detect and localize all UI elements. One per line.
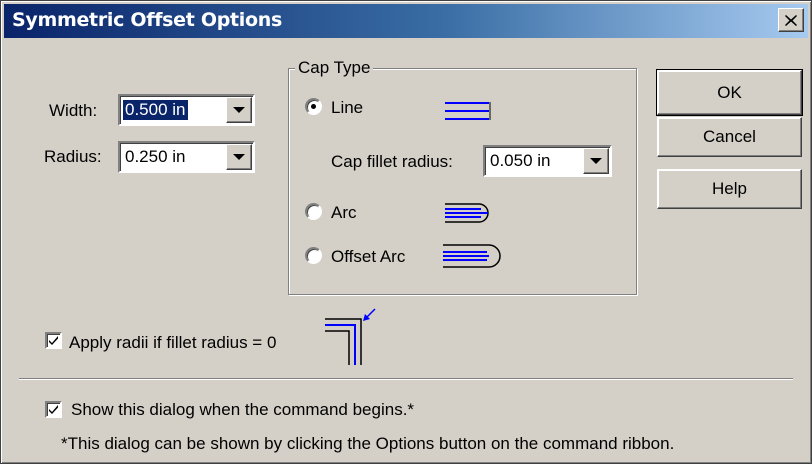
radius-dropdown-button[interactable] [226,144,252,170]
cap-offset-arc-label[interactable]: Offset Arc [331,247,405,267]
show-dialog-label[interactable]: Show this dialog when the command begins… [71,400,414,420]
width-label: Width: [49,101,98,120]
cap-fillet-radius-label: Cap fillet radius: [331,152,453,171]
radius-value[interactable]: 0.250 in [123,147,188,167]
title-bar[interactable]: Symmetric Offset Options [4,4,808,38]
cap-arc-icon [445,203,489,223]
width-combobox[interactable]: 0.500 in [118,94,255,126]
radio-selected-dot [311,104,316,109]
cap-arc-radio[interactable] [305,203,322,220]
checkmark-icon [49,405,58,414]
chevron-down-icon [233,107,245,113]
cap-line-radio[interactable] [305,98,322,115]
cap-fillet-radius-value[interactable]: 0.050 in [488,151,553,171]
cap-fillet-dropdown-button[interactable] [583,148,609,174]
cap-fillet-radius-combobox[interactable]: 0.050 in [483,145,612,177]
corner-fillet-icon [325,308,376,365]
close-icon [785,14,797,26]
width-dropdown-button[interactable] [226,97,252,123]
width-value[interactable]: 0.500 in [122,99,189,121]
separator [19,378,793,380]
footnote-text: *This dialog can be shown by clicking th… [61,434,675,453]
cap-line-label[interactable]: Line [331,98,363,118]
cap-type-group-label: Cap Type [295,58,374,78]
cap-offset-arc-icon [443,244,501,268]
symmetric-offset-options-dialog: Symmetric Offset Options Width: 0.500 in… [0,0,812,464]
cap-offset-arc-radio[interactable] [305,247,322,264]
radius-label: Radius: [44,147,102,166]
apply-radii-checkbox[interactable] [45,332,62,349]
checkmark-icon [49,336,58,345]
chevron-down-icon [233,154,245,160]
cap-line-icon [445,102,491,120]
cap-arc-label[interactable]: Arc [331,203,357,223]
apply-radii-label[interactable]: Apply radii if fillet radius = 0 [69,333,276,353]
ok-button[interactable]: OK [656,69,803,116]
close-button[interactable] [778,8,804,32]
radius-combobox[interactable]: 0.250 in [118,141,255,173]
cancel-button[interactable]: Cancel [657,117,802,157]
show-dialog-checkbox[interactable] [45,401,62,418]
chevron-down-icon [590,158,602,164]
help-button[interactable]: Help [657,169,802,209]
dialog-title: Symmetric Offset Options [12,9,283,31]
